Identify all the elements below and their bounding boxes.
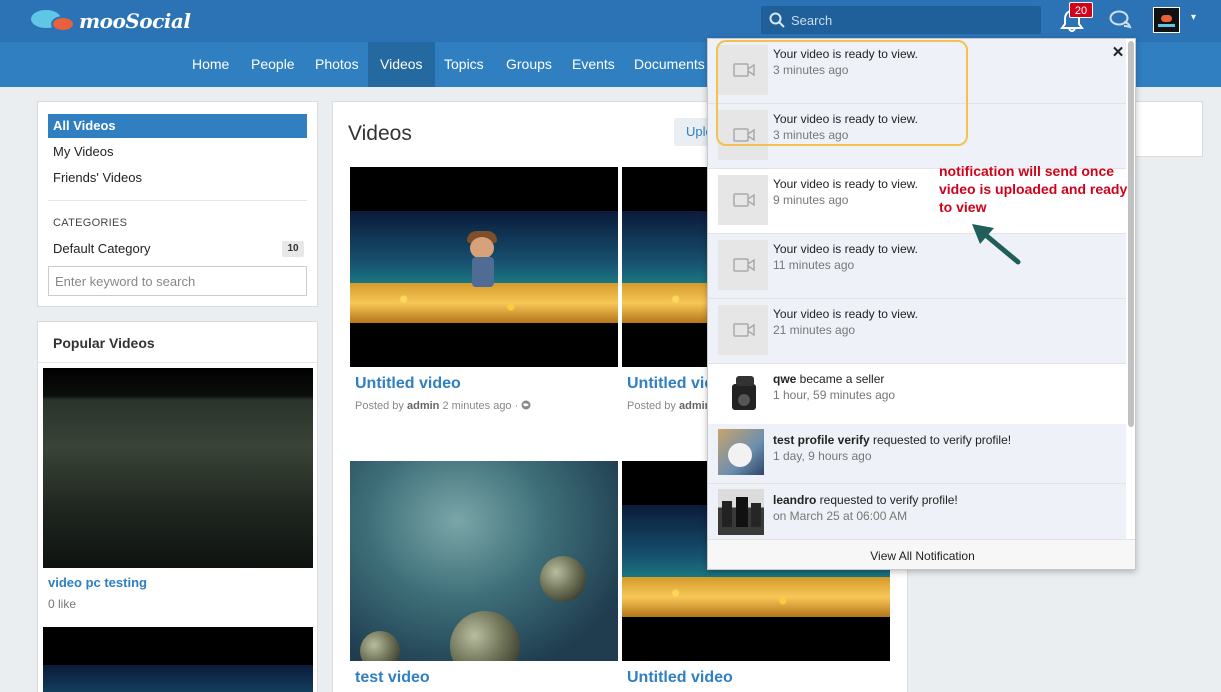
logo-text: mooSocial: [79, 9, 191, 33]
close-icon[interactable]: ✕: [1111, 45, 1125, 60]
notification-item[interactable]: Your video is ready to view. 21 minutes …: [708, 299, 1126, 364]
notifications-scrollbar[interactable]: [1128, 41, 1134, 427]
notification-time: on March 25 at 06:00 AM: [773, 509, 908, 523]
category-count-badge: 10: [282, 241, 304, 257]
search-box[interactable]: [761, 6, 1041, 34]
video-menu-panel: All Videos My Videos Friends' Videos CAT…: [37, 101, 318, 307]
highlight-box: [716, 40, 968, 146]
notification-item[interactable]: leandro requested to verify profile! on …: [708, 484, 1126, 540]
video-title[interactable]: Untitled vid: [627, 375, 714, 393]
video-thumbnail[interactable]: [350, 167, 618, 367]
notification-time: 11 minutes ago: [773, 258, 855, 272]
notification-time: 21 minutes ago: [773, 323, 856, 337]
video-author[interactable]: admin: [407, 400, 439, 412]
arrow-icon: [972, 224, 1021, 265]
category-default[interactable]: Default Category: [53, 241, 151, 256]
nav-home[interactable]: Home: [180, 42, 241, 87]
user-avatar: [718, 370, 768, 420]
popular-video-title[interactable]: video pc testing: [48, 575, 147, 590]
notification-item[interactable]: Your video is ready to view. 11 minutes …: [708, 234, 1126, 299]
video-thumbnail[interactable]: [350, 461, 618, 661]
notification-text: Your video is ready to view.: [773, 307, 918, 321]
popular-video-likes: 0 like: [48, 597, 77, 611]
popular-video-thumbnail[interactable]: [43, 627, 313, 692]
search-icon: [769, 12, 785, 28]
popular-videos-panel: Popular Videos video pc testing 0 like: [37, 321, 318, 692]
chat-icon[interactable]: [1109, 9, 1133, 31]
notification-time: 9 minutes ago: [773, 193, 849, 207]
video-camera-icon: [733, 323, 755, 337]
notification-item[interactable]: qwe became a seller 1 hour, 59 minutes a…: [708, 364, 1126, 429]
video-meta: Posted by admin 2 minutes ago ·: [355, 400, 531, 412]
nav-photos[interactable]: Photos: [303, 42, 371, 87]
video-title[interactable]: Untitled video: [355, 375, 461, 393]
video-meta: Posted by admin: [627, 400, 711, 412]
camera-avatar-icon: [732, 376, 756, 410]
nav-events[interactable]: Events: [560, 42, 627, 87]
divider: [48, 200, 307, 201]
video-title[interactable]: test video: [355, 669, 430, 687]
video-camera-icon: [733, 258, 755, 272]
annotation-text: notification will send once video is upl…: [939, 163, 1128, 215]
notification-actor[interactable]: qwe: [773, 372, 796, 386]
notification-time: 1 day, 9 hours ago: [773, 449, 872, 463]
divider: [38, 362, 318, 363]
nav-videos[interactable]: Videos: [368, 42, 435, 87]
globe-icon: [521, 400, 531, 410]
notification-text: Your video is ready to view.: [773, 177, 918, 191]
nav-topics[interactable]: Topics: [432, 42, 496, 87]
posted-by-label: Posted by: [627, 400, 676, 412]
chevron-down-icon[interactable]: ▾: [1191, 12, 1203, 24]
user-avatar[interactable]: [1153, 7, 1180, 33]
popular-video-thumbnail[interactable]: [43, 368, 313, 568]
user-avatar: [718, 489, 764, 535]
video-time: 2 minutes ago ·: [442, 400, 519, 412]
video-title[interactable]: Untitled video: [627, 669, 733, 687]
notification-text: test profile verify requested to verify …: [773, 433, 1012, 447]
page-title: Videos: [348, 122, 412, 145]
user-avatar: [718, 429, 764, 475]
notification-thumb: [718, 175, 768, 225]
popular-videos-heading: Popular Videos: [53, 335, 155, 351]
nav-documents[interactable]: Documents: [622, 42, 717, 87]
site-logo[interactable]: mooSocial: [31, 7, 191, 35]
notification-text: qwe became a seller: [773, 372, 885, 386]
notification-thumb: [718, 240, 768, 290]
menu-friends-videos[interactable]: Friends' Videos: [48, 166, 307, 190]
search-input[interactable]: [791, 10, 1031, 30]
notification-text: leandro requested to verify profile!: [773, 493, 958, 507]
view-all-notifications-link[interactable]: View All Notification: [708, 539, 1135, 569]
notification-actor[interactable]: leandro: [773, 493, 816, 507]
top-bar: mooSocial 20 ▾: [0, 0, 1221, 42]
notification-actor[interactable]: test profile verify: [773, 433, 870, 447]
notification-count-badge: 20: [1069, 2, 1093, 18]
nav-groups[interactable]: Groups: [494, 42, 564, 87]
notification-thumb: [718, 305, 768, 355]
menu-all-videos[interactable]: All Videos: [48, 114, 307, 138]
categories-heading: CATEGORIES: [53, 217, 128, 229]
notification-time: 1 hour, 59 minutes ago: [773, 388, 896, 402]
logo-icon: [31, 7, 77, 35]
menu-my-videos[interactable]: My Videos: [48, 140, 307, 164]
notification-text: Your video is ready to view.: [773, 242, 918, 256]
video-camera-icon: [733, 193, 755, 207]
nav-people[interactable]: People: [239, 42, 307, 87]
notification-item[interactable]: test profile verify requested to verify …: [708, 424, 1126, 484]
keyword-search-input[interactable]: [48, 266, 307, 296]
posted-by-label: Posted by: [355, 400, 404, 412]
